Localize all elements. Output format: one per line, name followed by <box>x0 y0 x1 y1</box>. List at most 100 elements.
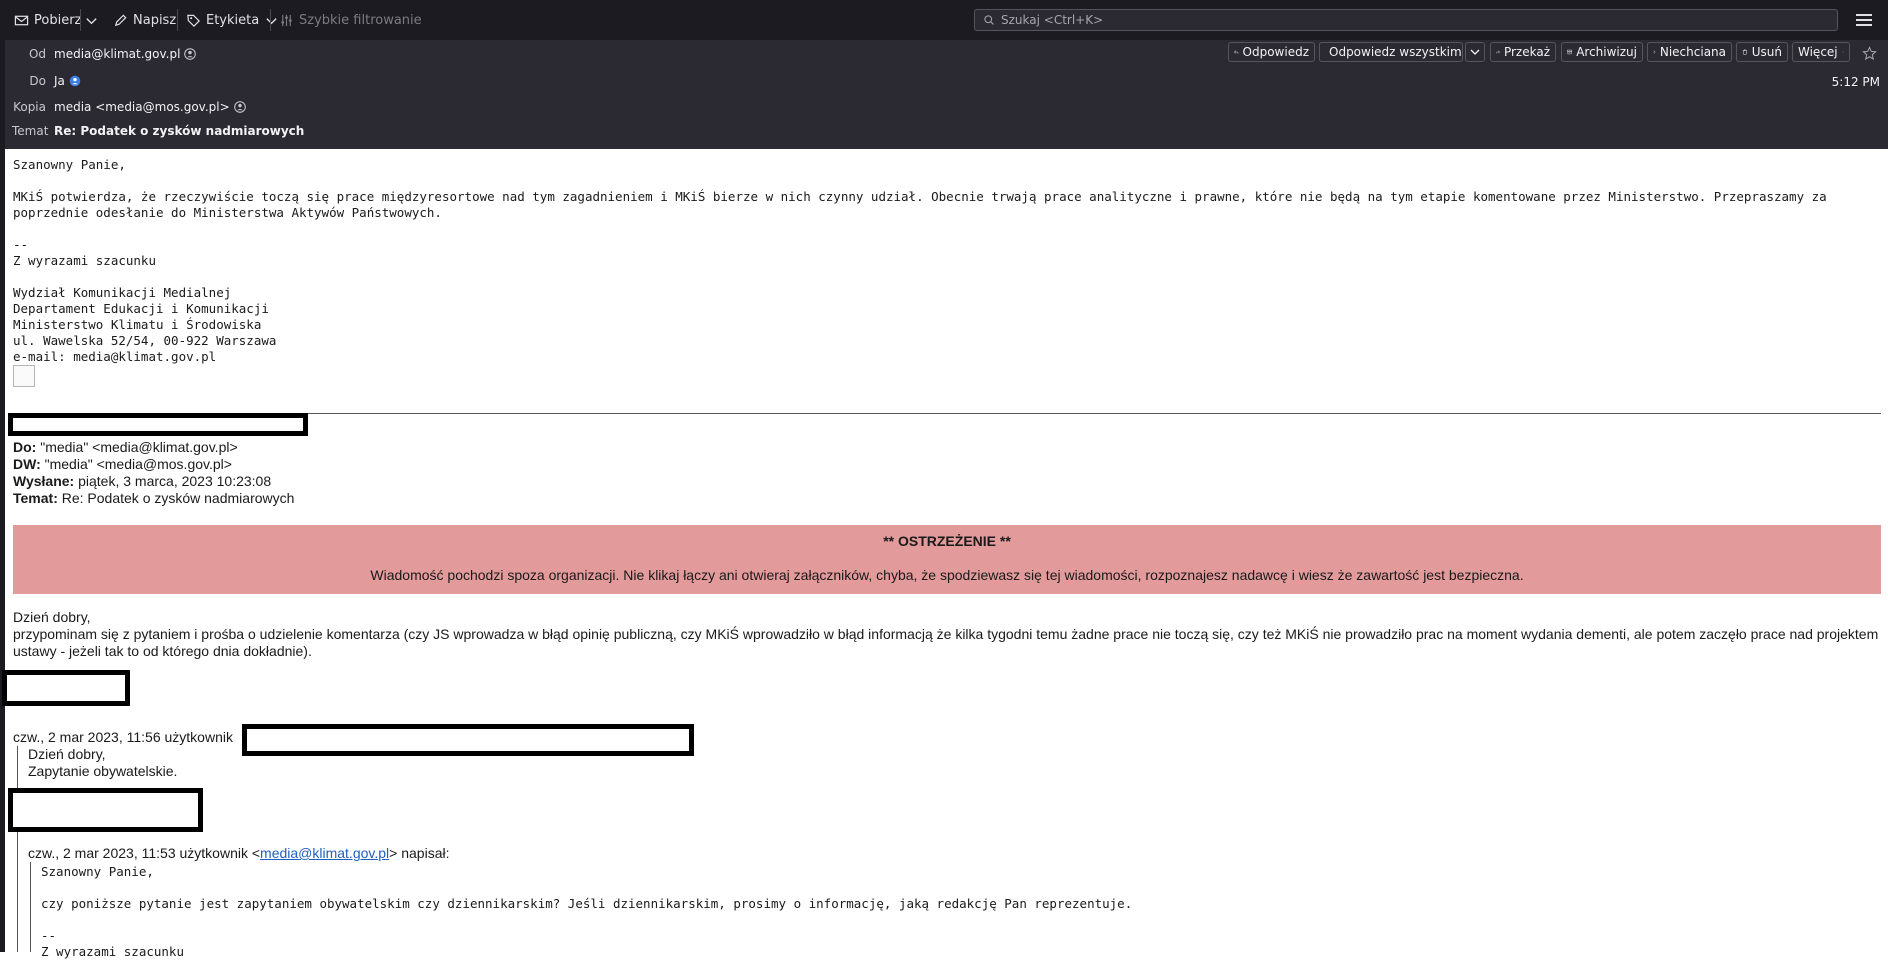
forward-icon <box>1496 50 1500 54</box>
reply-label: Odpowiedz <box>1242 45 1309 59</box>
quote-attribution: czw., 2 mar 2023, 11:56 użytkownik <box>13 729 233 745</box>
cc-field[interactable]: media <media@mos.gov.pl> <box>54 100 246 114</box>
quoted-subject: Temat: Re: Podatek o zysków nadmiarowych <box>13 490 294 507</box>
cc-label: Kopia <box>13 100 46 114</box>
reply-icon <box>1234 50 1239 54</box>
to-address[interactable]: Ja <box>54 74 65 88</box>
message-time: 5:12 PM <box>1831 75 1880 89</box>
tag-label: Etykieta <box>206 12 260 28</box>
redaction-box <box>8 788 203 832</box>
chevron-down-icon <box>266 17 277 24</box>
junk-button[interactable]: Niechciana <box>1647 42 1732 62</box>
more-button[interactable]: Więcej <box>1792 42 1850 62</box>
quote-attribution: czw., 2 mar 2023, 11:53 użytkownik <medi… <box>28 845 449 862</box>
quoted-greeting: Dzień dobry, <box>13 609 91 625</box>
reply-all-dropdown[interactable] <box>1465 42 1485 62</box>
attribution-suffix: > napisał: <box>389 845 450 861</box>
signature-line: Ministerstwo Klimatu i Środowiska <box>13 317 262 332</box>
signature-line: Wydział Komunikacji Medialnej <box>13 285 232 300</box>
reply-button[interactable]: Odpowiedz <box>1228 42 1315 62</box>
quick-filter-button[interactable]: Szybkie filtrowanie <box>279 11 422 29</box>
signature-line: Departament Edukacji i Komunikacji <box>13 301 269 316</box>
archive-icon <box>1567 49 1572 55</box>
quoted-sent-value: piątek, 3 marca, 2023 10:23:08 <box>78 473 272 489</box>
from-field[interactable]: media@klimat.gov.pl <box>54 47 197 61</box>
toolbar-divider <box>270 9 271 31</box>
forward-label: Przekaż <box>1503 45 1550 59</box>
forward-button[interactable]: Przekaż <box>1490 42 1556 62</box>
more-label: Więcej <box>1798 45 1838 59</box>
get-messages-dropdown[interactable] <box>84 11 99 29</box>
quoted-cc: DW: "media" <media@mos.gov.pl> <box>13 456 232 473</box>
add-contact-icon[interactable] <box>184 48 197 60</box>
signature-line: ul. Wawelska 52/54, 00-922 Warszawa <box>13 333 277 348</box>
to-field[interactable]: Ja <box>54 74 81 88</box>
flame-icon <box>1653 50 1656 54</box>
quote2-dash: -- <box>41 928 57 943</box>
quoted-subject-value: Re: Podatek o zysków nadmiarowych <box>61 490 295 506</box>
quote2-regards: Z wyrazami szacunku <box>41 944 184 959</box>
contact-icon[interactable] <box>69 75 81 87</box>
subject-label: Temat <box>12 124 49 138</box>
quote1-greeting: Dzień dobry, <box>28 746 106 762</box>
signature-email: e-mail: media@klimat.gov.pl <box>13 349 217 364</box>
quote1-body: Zapytanie obywatelskie. <box>28 763 178 779</box>
quote2-body: czy poniższe pytanie jest zapytaniem oby… <box>41 896 1133 911</box>
get-messages-button[interactable]: Pobierz <box>14 11 81 29</box>
star-icon[interactable] <box>1862 46 1877 61</box>
redaction-box <box>8 413 308 436</box>
chevron-down-icon <box>1470 49 1480 55</box>
to-label: Do <box>29 74 46 88</box>
archive-label: Archiwizuj <box>1576 45 1637 59</box>
toolbar-divider <box>177 9 178 31</box>
chevron-down-icon <box>1841 51 1844 53</box>
quoted-to-value: "media" <media@klimat.gov.pl> <box>40 439 238 455</box>
redaction-box <box>2 670 130 706</box>
delete-label: Usuń <box>1751 45 1782 59</box>
write-button[interactable]: Napisz <box>113 11 176 29</box>
toolbar-divider <box>80 9 81 31</box>
reply-all-label: Odpowiedz wszystkim <box>1329 45 1462 59</box>
quote2-greeting: Szanowny Panie, <box>41 864 154 879</box>
quoted-cc-label: DW: <box>13 456 41 472</box>
app-menu-icon[interactable] <box>1856 10 1872 30</box>
envelope-download-icon <box>14 15 29 25</box>
quoted-sent-label: Wysłane: <box>13 473 75 489</box>
filter-sliders-icon <box>281 14 292 26</box>
email-link[interactable]: media@klimat.gov.pl <box>260 845 389 861</box>
archive-button[interactable]: Archiwizuj <box>1561 42 1643 62</box>
tag-icon <box>187 14 200 27</box>
subject-value: Re: Podatek o zysków nadmiarowych <box>54 124 305 138</box>
quote-level-2: Szanowny Panie, czy poniższe pytanie jes… <box>30 862 1871 959</box>
tag-button[interactable]: Etykieta <box>186 11 279 29</box>
body-paragraph: MKiŚ potwierdza, że rzeczywiście toczą s… <box>13 189 1827 220</box>
add-contact-icon[interactable] <box>233 101 246 113</box>
quoted-cc-value: "media" <media@mos.gov.pl> <box>44 456 232 472</box>
cc-address[interactable]: media <media@mos.gov.pl> <box>54 100 230 114</box>
external-warning-banner: ** OSTRZEŻENIE ** Wiadomość pochodzi spo… <box>13 525 1881 594</box>
from-label: Od <box>28 47 46 61</box>
quote-level-1: Dzień dobry, Zapytanie obywatelskie. czw… <box>8 746 1878 959</box>
attribution-prefix: czw., 2 mar 2023, 11:53 użytkownik < <box>28 845 261 861</box>
broken-image-icon <box>13 365 35 387</box>
message-header: Od media@klimat.gov.pl Do Ja Kopia media… <box>0 40 1888 149</box>
quoted-subject-label: Temat: <box>13 490 58 506</box>
warning-title: ** OSTRZEŻENIE ** <box>883 533 1011 549</box>
mail-reader: Pobierz Napisz Etykieta Szybkie filtrowa… <box>0 0 1888 959</box>
trash-icon <box>1742 49 1748 55</box>
quoted-sent: Wysłane: piątek, 3 marca, 2023 10:23:08 <box>13 473 271 490</box>
write-label: Napisz <box>133 12 177 28</box>
get-messages-label: Pobierz <box>34 12 82 28</box>
from-address[interactable]: media@klimat.gov.pl <box>54 47 180 61</box>
signature-dash: -- <box>13 237 29 252</box>
signature-regards: Z wyrazami szacunku <box>13 253 156 268</box>
quoted-to-label: Do: <box>13 439 37 455</box>
search-placeholder: Szukaj <Ctrl+K> <box>1001 13 1104 27</box>
junk-label: Niechciana <box>1659 45 1726 59</box>
search-icon <box>984 15 994 25</box>
pencil-icon <box>114 13 127 26</box>
delete-button[interactable]: Usuń <box>1736 42 1788 62</box>
search-input[interactable]: Szukaj <Ctrl+K> <box>974 9 1838 31</box>
reply-all-button[interactable]: Odpowiedz wszystkim <box>1319 42 1463 62</box>
quick-filter-label: Szybkie filtrowanie <box>299 12 422 28</box>
